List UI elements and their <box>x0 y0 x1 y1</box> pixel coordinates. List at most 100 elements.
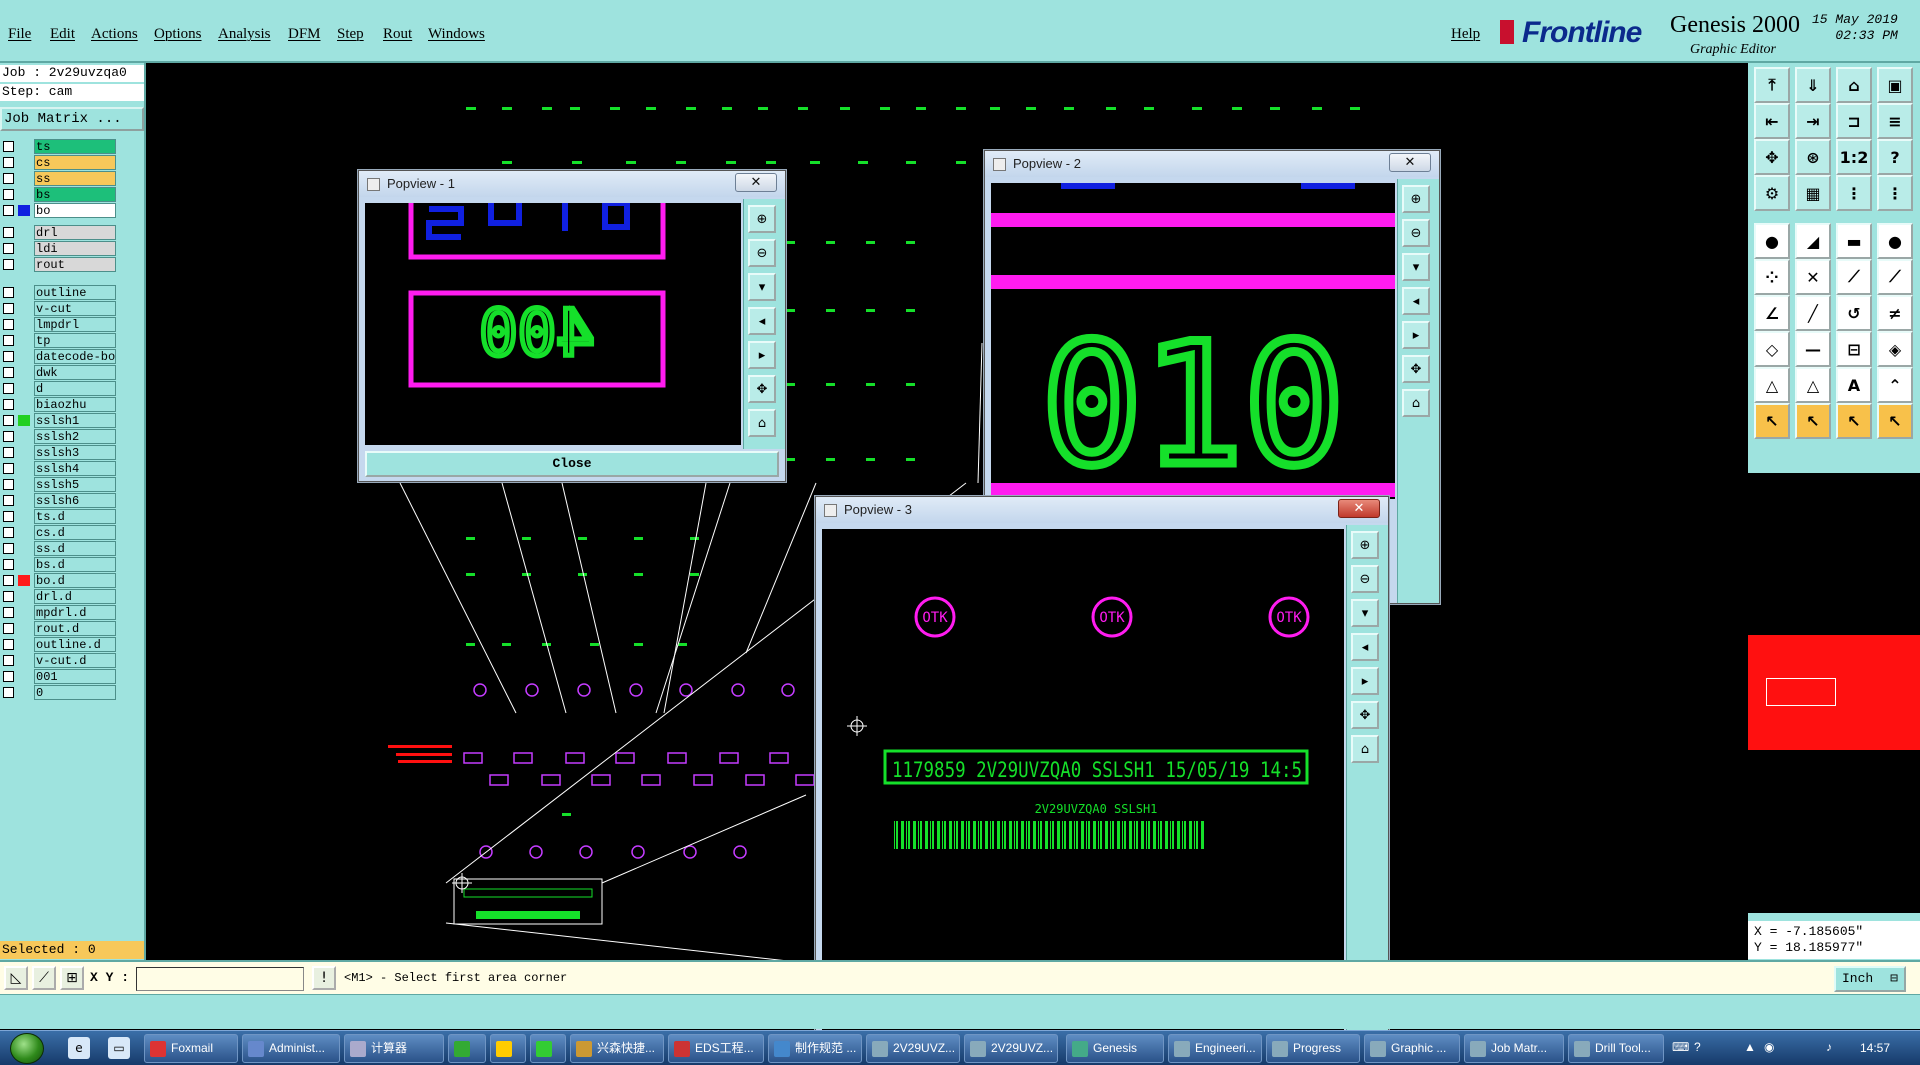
layer-checkbox[interactable] <box>3 607 14 618</box>
menu-help[interactable]: Help <box>1451 26 1480 43</box>
tool-button-icon[interactable]: ⌃ <box>1877 367 1913 403</box>
tool-button-icon[interactable]: ⊐ <box>1836 103 1872 139</box>
taskbar-item[interactable]: 制作规范 ... <box>768 1034 862 1063</box>
tool-button-icon[interactable]: ✕ <box>1795 259 1831 295</box>
tool-button-icon[interactable]: ⇥ <box>1795 103 1831 139</box>
tool-button-icon[interactable]: ⋮ <box>1877 175 1913 211</box>
tool-button-icon[interactable]: ▦ <box>1795 175 1831 211</box>
tool-button-icon[interactable]: ▬ <box>1836 223 1872 259</box>
tool-button-icon[interactable]: ∠ <box>1754 295 1790 331</box>
pan-right-icon[interactable]: ▸ <box>1402 321 1430 349</box>
layer-checkbox[interactable] <box>3 623 14 634</box>
zoom-in-icon[interactable]: ⊕ <box>1351 531 1379 559</box>
popview-1-close-bar-button[interactable]: Close <box>365 451 779 477</box>
layer-checkbox[interactable] <box>3 367 14 378</box>
pan-down-icon[interactable]: ▾ <box>1351 599 1379 627</box>
pan-right-icon[interactable]: ▸ <box>1351 667 1379 695</box>
tool-button-icon[interactable]: ▣ <box>1877 67 1913 103</box>
popview-2-titlebar[interactable]: Popview - 2 ✕ <box>985 151 1439 177</box>
layer-checkbox[interactable] <box>3 259 14 270</box>
taskbar-item[interactable] <box>448 1034 486 1063</box>
taskbar-item[interactable]: Genesis <box>1066 1034 1164 1063</box>
tool-button-icon[interactable]: ⟋ <box>1836 259 1872 295</box>
ie-icon[interactable]: e <box>68 1037 90 1059</box>
layer-row[interactable]: v-cut.d <box>0 653 118 668</box>
layer-row[interactable]: rout <box>0 257 118 272</box>
tool-button-icon[interactable]: ⚙ <box>1754 175 1790 211</box>
layer-checkbox[interactable] <box>3 303 14 314</box>
start-button-icon[interactable] <box>10 1033 44 1064</box>
layer-row[interactable]: bs.d <box>0 557 118 572</box>
layer-row[interactable]: outline.d <box>0 637 118 652</box>
menu-actions[interactable]: Actions <box>91 26 138 43</box>
layer-row[interactable]: outline <box>0 285 118 300</box>
layer-row[interactable]: drl <box>0 225 118 240</box>
layer-checkbox[interactable] <box>3 173 14 184</box>
layer-checkbox[interactable] <box>3 243 14 254</box>
layer-checkbox[interactable] <box>3 415 14 426</box>
tool-button-icon[interactable]: — <box>1795 331 1831 367</box>
popview-3-close-button[interactable]: ✕ <box>1338 499 1380 518</box>
tool-button-icon[interactable]: ? <box>1877 139 1913 175</box>
layer-checkbox[interactable] <box>3 575 14 586</box>
pan-left-icon[interactable]: ◂ <box>1402 287 1430 315</box>
tool-button-icon[interactable]: 1:2 <box>1836 139 1872 175</box>
zoom-out-icon[interactable]: ⊖ <box>748 239 776 267</box>
taskbar-item[interactable]: 计算器 <box>344 1034 444 1063</box>
layer-row[interactable]: sslsh5 <box>0 477 118 492</box>
popview-2-close-button[interactable]: ✕ <box>1389 153 1431 172</box>
taskbar-item[interactable]: Graphic ... <box>1364 1034 1460 1063</box>
layer-row[interactable]: d <box>0 381 118 396</box>
keyboard-icon[interactable]: ⌨ <box>1672 1040 1689 1054</box>
zoom-out-icon[interactable]: ⊖ <box>1402 219 1430 247</box>
layer-checkbox[interactable] <box>3 287 14 298</box>
popview-3-titlebar[interactable]: Popview - 3 ✕ <box>816 497 1388 523</box>
layer-row[interactable]: v-cut <box>0 301 118 316</box>
layer-row[interactable]: sslsh1 <box>0 413 118 428</box>
home-icon[interactable]: ⌂ <box>1402 389 1430 417</box>
fit-icon[interactable]: ✥ <box>748 375 776 403</box>
layer-row[interactable]: drl.d <box>0 589 118 604</box>
taskbar-item[interactable]: Progress <box>1266 1034 1360 1063</box>
grid-icon[interactable]: ⊞ <box>60 966 84 990</box>
tool-button-icon[interactable]: ⟋ <box>1877 259 1913 295</box>
menu-options[interactable]: Options <box>154 26 202 43</box>
layer-checkbox[interactable] <box>3 335 14 346</box>
xy-input[interactable] <box>136 967 304 991</box>
taskbar-item[interactable]: 2V29UVZ... <box>866 1034 960 1063</box>
layer-checkbox[interactable] <box>3 463 14 474</box>
help-tray-icon[interactable]: ? <box>1694 1040 1701 1054</box>
tool-button-icon[interactable]: ◢ <box>1795 223 1831 259</box>
layer-checkbox[interactable] <box>3 511 14 522</box>
tool-button-icon[interactable]: ● <box>1754 223 1790 259</box>
unit-selector[interactable]: Inch ⊟ <box>1834 966 1906 992</box>
tool-button-icon[interactable]: △ <box>1795 367 1831 403</box>
taskbar-item[interactable]: EDS工程... <box>668 1034 764 1063</box>
layer-checkbox[interactable] <box>3 351 14 362</box>
tool-button-icon[interactable]: ≠ <box>1877 295 1913 331</box>
layer-row[interactable]: datecode-bo <box>0 349 118 364</box>
job-matrix-button[interactable]: Job Matrix ... <box>0 107 144 131</box>
tool-button-icon[interactable]: △ <box>1754 367 1790 403</box>
layer-row[interactable]: ss <box>0 171 118 186</box>
layer-row[interactable]: bo.d <box>0 573 118 588</box>
taskbar-item[interactable]: Administ... <box>242 1034 340 1063</box>
menu-step[interactable]: Step <box>337 26 364 43</box>
layer-row[interactable]: ldi <box>0 241 118 256</box>
info-icon[interactable]: ! <box>312 966 336 990</box>
tool-button-icon[interactable]: ⊛ <box>1795 139 1831 175</box>
layer-checkbox[interactable] <box>3 431 14 442</box>
tool-button-icon[interactable]: ↖ <box>1877 403 1913 439</box>
fit-icon[interactable]: ✥ <box>1351 701 1379 729</box>
layer-row[interactable]: ss.d <box>0 541 118 556</box>
folder-icon[interactable]: ▭ <box>108 1037 130 1059</box>
tool-button-icon[interactable]: ⋮ <box>1836 175 1872 211</box>
popview-2-view[interactable]: 010 <box>991 183 1395 499</box>
popview-1-close-button[interactable]: ✕ <box>735 173 777 192</box>
layer-checkbox[interactable] <box>3 383 14 394</box>
tool-button-icon[interactable]: ╱ <box>1795 295 1831 331</box>
pan-left-icon[interactable]: ◂ <box>748 307 776 335</box>
popview-1-titlebar[interactable]: Popview - 1 ✕ <box>359 171 785 197</box>
overview-map[interactable] <box>1748 473 1920 913</box>
layer-checkbox[interactable] <box>3 205 14 216</box>
